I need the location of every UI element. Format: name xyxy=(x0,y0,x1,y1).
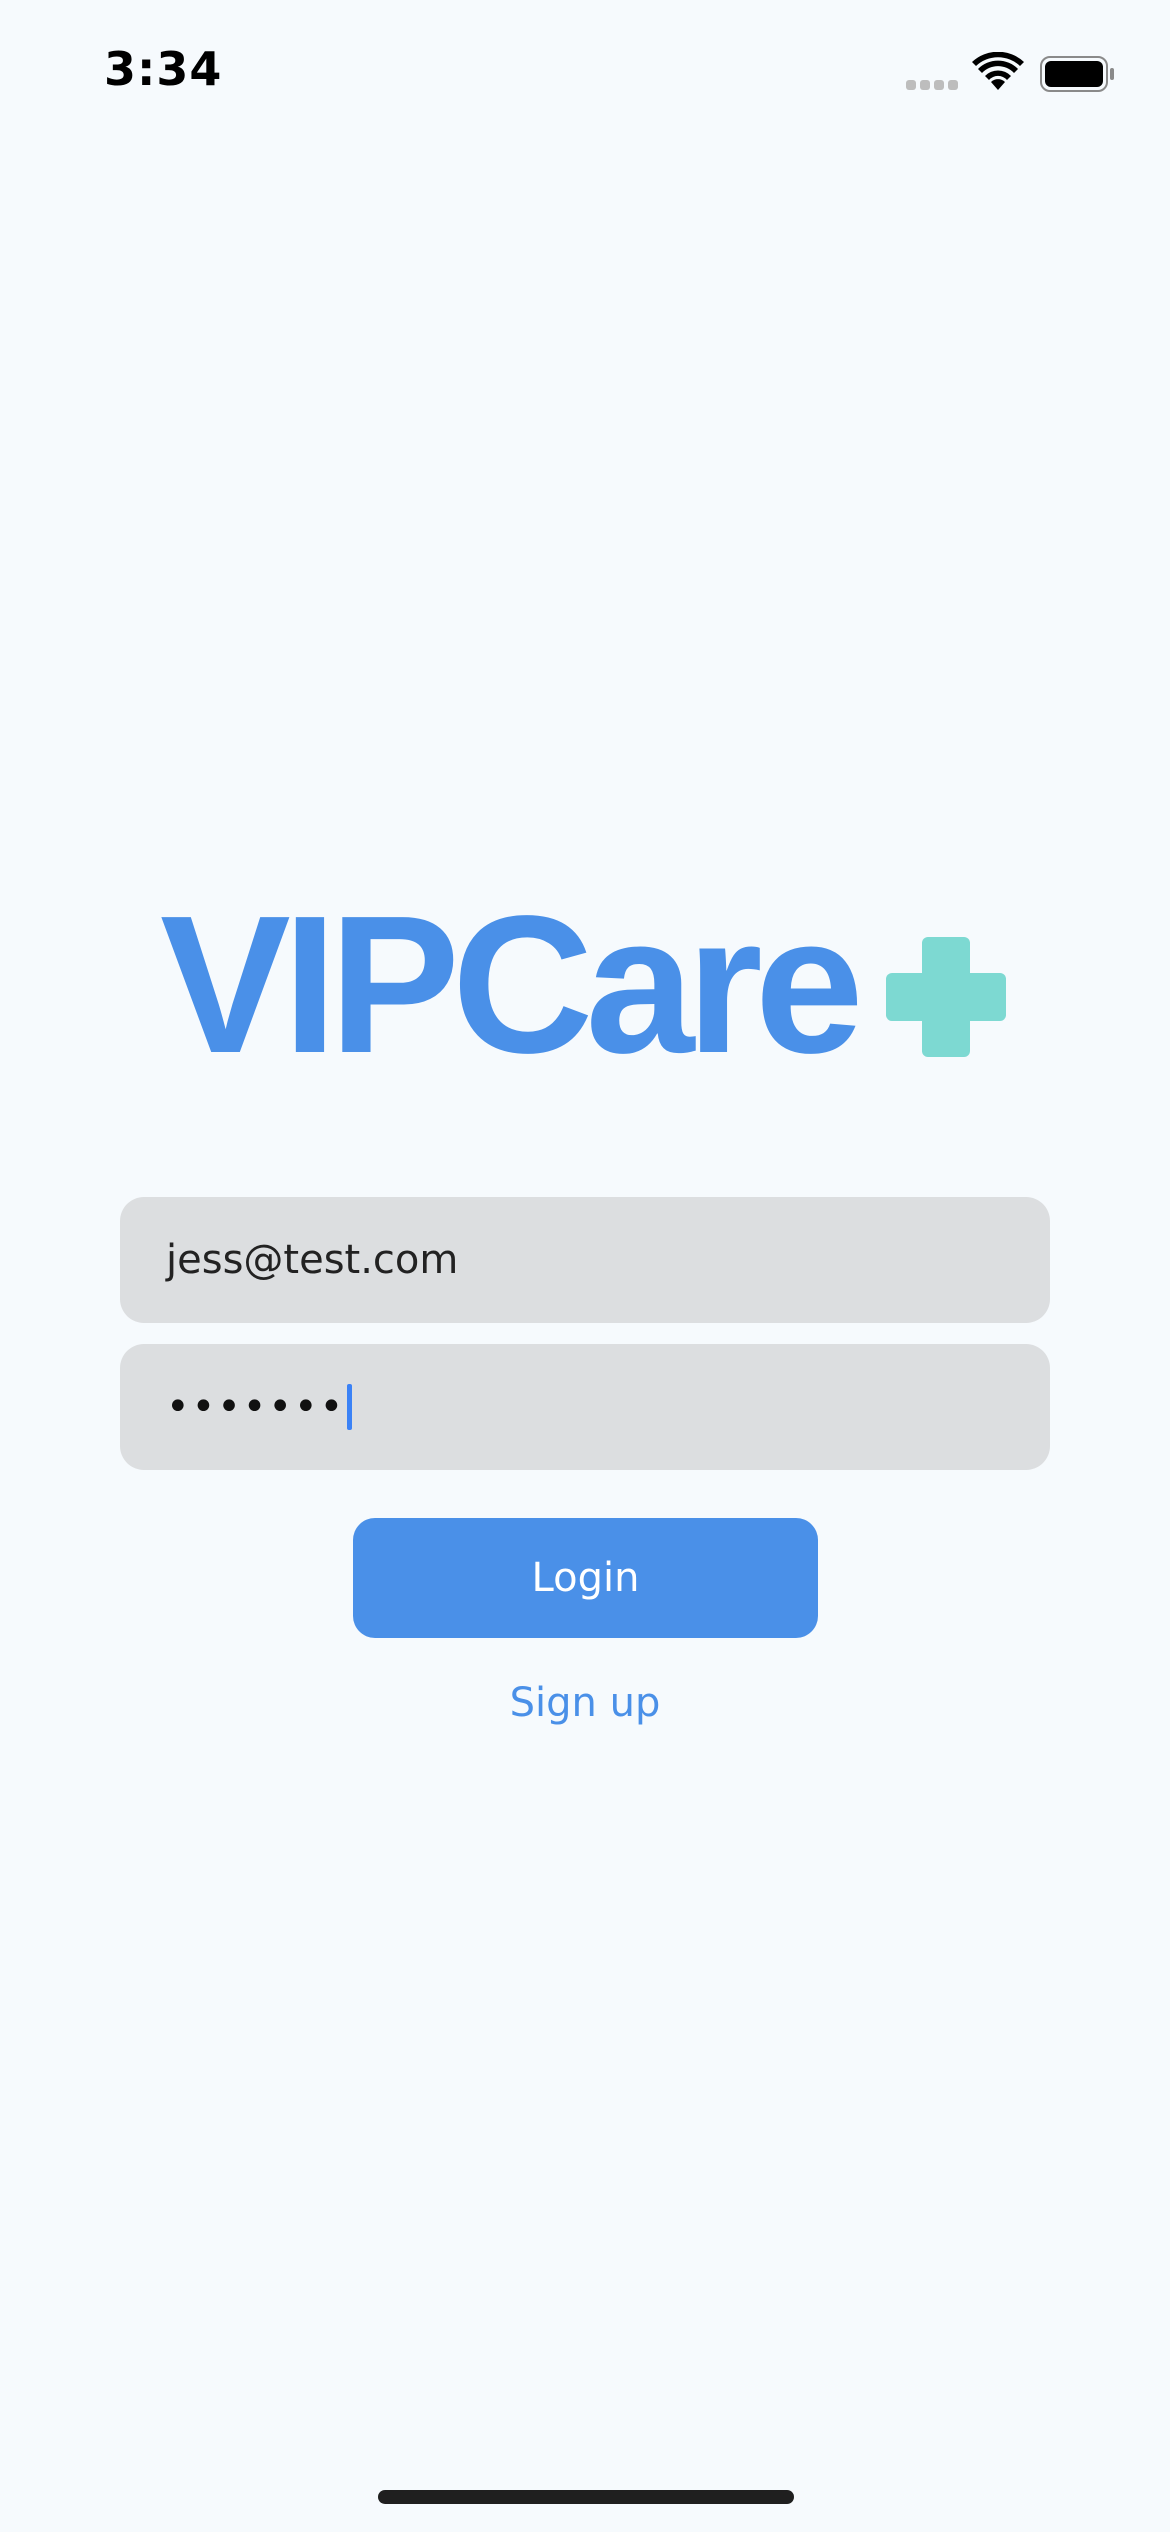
login-button-label: Login xyxy=(531,1555,640,1601)
cellular-signal-icon xyxy=(906,80,958,90)
wifi-icon xyxy=(972,52,1024,90)
status-time: 3:34 xyxy=(104,42,223,96)
email-value: jess@test.com xyxy=(166,1237,459,1283)
password-value: ••••••• xyxy=(166,1384,346,1430)
home-indicator[interactable] xyxy=(378,2490,794,2504)
email-field[interactable]: jess@test.com xyxy=(120,1197,1050,1323)
login-button[interactable]: Login xyxy=(353,1518,818,1638)
logo-text: VIPCare xyxy=(160,875,864,1094)
app-logo: VIPCare xyxy=(160,875,1010,1094)
password-field[interactable]: ••••••• xyxy=(120,1344,1050,1470)
battery-icon xyxy=(1040,56,1114,92)
signup-link[interactable]: Sign up xyxy=(0,1680,1170,1726)
medical-cross-icon xyxy=(886,937,1006,1057)
text-cursor xyxy=(347,1384,353,1430)
